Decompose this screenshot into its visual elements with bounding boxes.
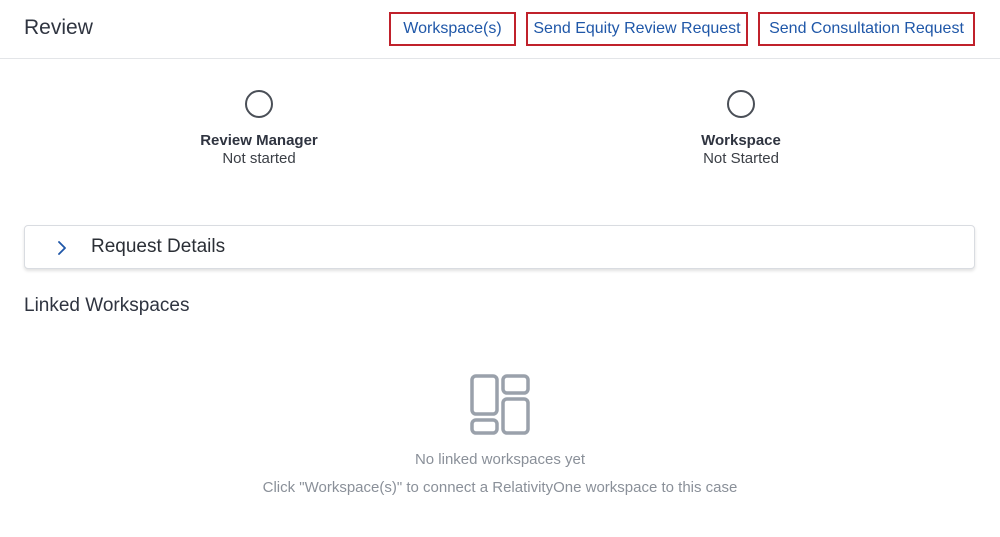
empty-state-message: No linked workspaces yet — [414, 451, 586, 468]
step-title: Review Manager — [200, 132, 318, 149]
step-status: Not Started — [703, 150, 779, 167]
chevron-right-icon — [58, 241, 66, 255]
page-header: Review Workspace(s) Send Equity Review R… — [0, 0, 1000, 59]
workspaces-button[interactable]: Workspace(s) — [389, 12, 516, 46]
step-workspace: Workspace Not Started — [621, 90, 861, 167]
step-status-circle-icon — [245, 90, 273, 118]
step-status-circle-icon — [727, 90, 755, 118]
empty-state-hint: Click "Workspace(s)" to connect a Relati… — [262, 479, 738, 496]
step-review-manager: Review Manager Not started — [139, 90, 379, 167]
step-status: Not started — [222, 150, 296, 167]
send-equity-review-request-button[interactable]: Send Equity Review Request — [526, 12, 748, 46]
request-details-accordion[interactable]: Request Details — [24, 225, 975, 269]
linked-workspaces-title: Linked Workspaces — [24, 295, 190, 316]
send-consultation-request-button[interactable]: Send Consultation Request — [758, 12, 975, 46]
workspaces-grid-icon — [470, 374, 530, 435]
step-title: Workspace — [701, 132, 781, 149]
page-title: Review — [24, 16, 93, 39]
accordion-label: Request Details — [91, 236, 226, 257]
